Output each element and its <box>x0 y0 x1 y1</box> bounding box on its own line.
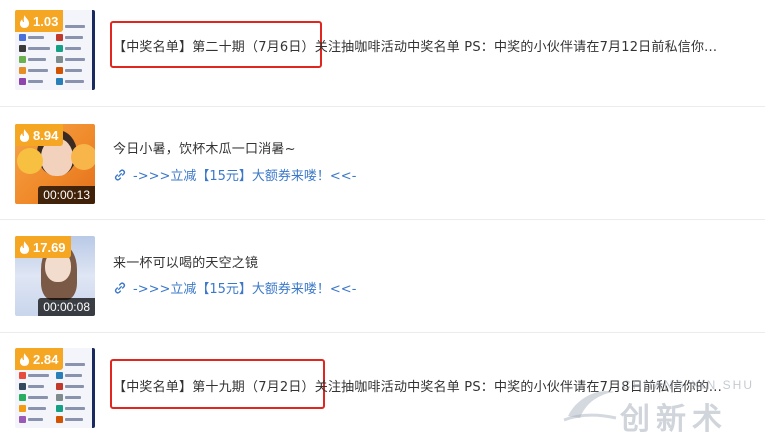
flame-icon <box>19 352 30 366</box>
video-thumbnail[interactable]: 8.94 00:00:13 <box>15 124 95 204</box>
title-rest-text: 关注抽咖啡活动中奖名单 PS：中奖的小伙伴请在7月8日前私信你的... <box>314 380 722 395</box>
promo-coupon-link[interactable]: ->>>立减【15元】大额券来喽！<<- <box>113 278 356 297</box>
feed-item-winner-list-19[interactable]: 2.84 【中奖名单】第十九期（7月2日）关注抽咖啡活动中奖名单 PS：中奖的小… <box>0 333 765 442</box>
item-title[interactable]: 来一杯可以喝的天空之镜 <box>113 252 258 271</box>
flame-icon <box>19 240 30 254</box>
flame-icon <box>19 14 30 28</box>
flame-icon <box>19 128 30 142</box>
heat-value: 8.94 <box>33 127 59 143</box>
video-duration: 00:00:08 <box>38 298 95 316</box>
thumbnail-list-column <box>56 360 90 426</box>
thumbnail-list-column <box>56 22 90 88</box>
article-feed: 1.03 【中奖名单】第二十期（7月6日）关注抽咖啡活动中奖名单 PS：中奖的小… <box>0 0 765 442</box>
heat-badge: 2.84 <box>15 348 64 370</box>
promo-link-text: ->>>立减【15元】大额券来喽！<<- <box>133 282 357 297</box>
promo-link-text: ->>>立减【15元】大额券来喽！<<- <box>133 169 357 184</box>
title-highlight-text: 【中奖名单】第十九期（7月2日） <box>113 380 315 395</box>
feed-item-winner-list-20[interactable]: 1.03 【中奖名单】第二十期（7月6日）关注抽咖啡活动中奖名单 PS：中奖的小… <box>0 0 765 107</box>
promo-coupon-link[interactable]: ->>>立减【15元】大额券来喽！<<- <box>113 165 356 184</box>
link-icon <box>114 169 126 180</box>
winner-list-thumbnail[interactable]: 1.03 <box>15 10 95 90</box>
link-icon <box>114 282 126 293</box>
heat-badge: 1.03 <box>15 10 64 32</box>
heat-badge: 17.69 <box>15 236 71 258</box>
item-title[interactable]: 【中奖名单】第二十期（7月6日）关注抽咖啡活动中奖名单 PS：中奖的小伙伴请在7… <box>113 36 717 55</box>
video-duration: 00:00:13 <box>38 186 95 204</box>
feed-item-sky-mirror-video[interactable]: 17.69 00:00:08 来一杯可以喝的天空之镜 ->>>立减【15元】大额… <box>0 220 765 333</box>
item-title[interactable]: 今日小暑，饮杯木瓜一口消暑~ <box>113 138 296 157</box>
title-rest-text: 关注抽咖啡活动中奖名单 PS：中奖的小伙伴请在7月12日前私信你... <box>314 40 718 55</box>
heat-value: 1.03 <box>33 13 59 29</box>
video-thumbnail[interactable]: 17.69 00:00:08 <box>15 236 95 316</box>
heat-value: 17.69 <box>33 239 66 255</box>
thumbnail-fruit <box>71 144 95 170</box>
heat-value: 2.84 <box>33 351 59 367</box>
heat-badge: 8.94 <box>15 124 64 146</box>
feed-item-papaya-video[interactable]: 8.94 00:00:13 今日小暑，饮杯木瓜一口消暑~ ->>>立减【15元】… <box>0 107 765 220</box>
title-highlight-text: 【中奖名单】第二十期（7月6日） <box>113 40 315 55</box>
item-title[interactable]: 【中奖名单】第十九期（7月2日）关注抽咖啡活动中奖名单 PS：中奖的小伙伴请在7… <box>113 376 722 395</box>
winner-list-thumbnail[interactable]: 2.84 <box>15 348 95 428</box>
thumbnail-fruit <box>17 148 43 174</box>
